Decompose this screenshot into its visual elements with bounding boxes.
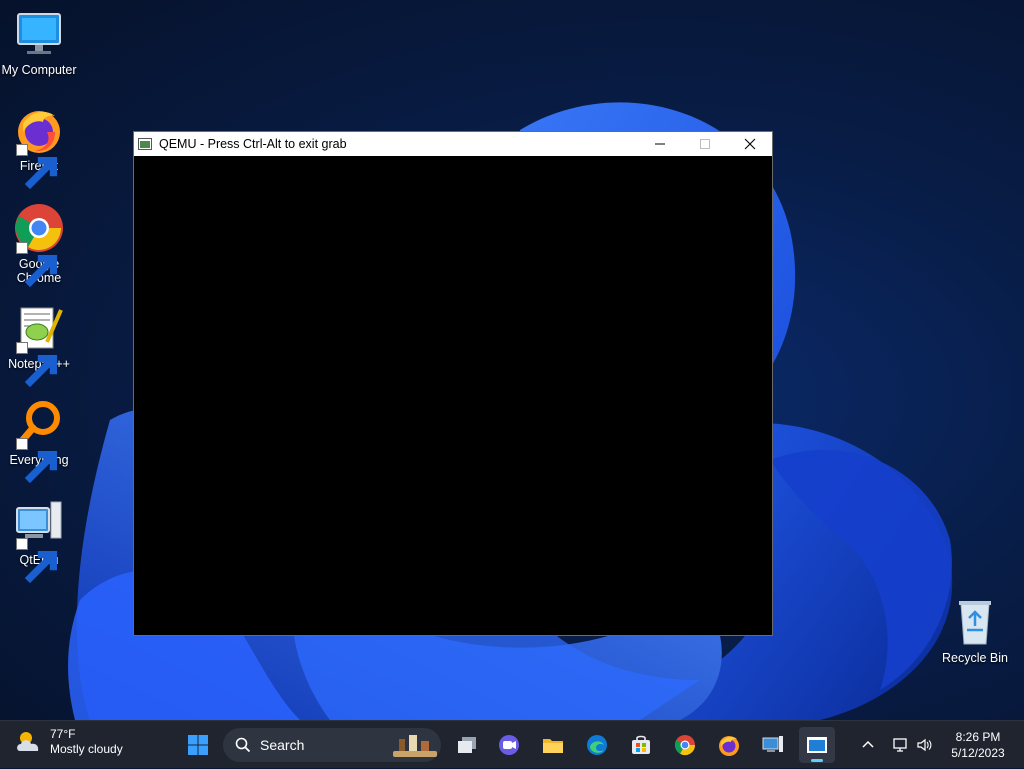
shortcut-arrow-icon bbox=[16, 144, 58, 190]
qemu-window[interactable]: QEMU - Press Ctrl-Alt to exit grab bbox=[133, 131, 773, 636]
volume-icon-button[interactable] bbox=[916, 721, 932, 769]
taskbar-store[interactable] bbox=[623, 727, 659, 763]
weather-condition: Mostly cloudy bbox=[50, 742, 123, 756]
taskbar-edge[interactable] bbox=[579, 727, 615, 763]
cloudy-weather-icon bbox=[17, 732, 39, 751]
close-icon bbox=[744, 138, 755, 150]
taskbar-clock[interactable]: 8:26 PM 5/12/2023 bbox=[944, 729, 1012, 761]
taskbar-file-explorer[interactable] bbox=[535, 727, 571, 763]
network-icon-button[interactable] bbox=[892, 721, 908, 769]
minimize-button[interactable] bbox=[637, 132, 682, 156]
desktop-icon-firefox[interactable]: Firefox bbox=[0, 104, 78, 190]
taskbar-chat-button[interactable] bbox=[491, 727, 527, 763]
chrome-icon bbox=[13, 202, 65, 288]
taskbar-search[interactable]: Search bbox=[223, 728, 441, 762]
monitor-icon bbox=[13, 8, 65, 60]
window-title: QEMU - Press Ctrl-Alt to exit grab bbox=[159, 137, 347, 151]
desktop-icon-notepad-plus-plus[interactable]: Notepad++ bbox=[0, 302, 78, 388]
weather-temperature: 77°F bbox=[50, 727, 76, 741]
taskbar-firefox[interactable] bbox=[711, 727, 747, 763]
close-button[interactable] bbox=[727, 132, 772, 156]
taskbar-qtemu[interactable] bbox=[755, 727, 791, 763]
recycle-bin-icon bbox=[949, 596, 1001, 648]
qtemu-icon bbox=[13, 498, 65, 584]
search-label: Search bbox=[260, 737, 305, 753]
chrome-icon bbox=[674, 735, 696, 756]
maximize-button[interactable] bbox=[682, 132, 727, 156]
windows-logo-icon bbox=[188, 735, 208, 755]
minimize-icon bbox=[654, 143, 665, 145]
desktop-icon-label: Recycle Bin bbox=[942, 651, 1008, 665]
chevron-up-icon bbox=[862, 740, 874, 748]
firefox-icon bbox=[13, 104, 65, 190]
taskbar-chrome[interactable] bbox=[667, 727, 703, 763]
task-view-icon bbox=[458, 737, 476, 753]
window-titlebar[interactable]: QEMU - Press Ctrl-Alt to exit grab bbox=[134, 132, 772, 156]
weather-widget[interactable]: 77°F Mostly cloudy bbox=[14, 727, 123, 757]
qtemu-icon bbox=[762, 736, 783, 752]
shortcut-arrow-icon bbox=[16, 538, 58, 584]
speaker-icon bbox=[917, 738, 932, 752]
desktop-icon-qtemu[interactable]: QtEmu bbox=[0, 498, 78, 584]
desktop-icon-google-chrome[interactable]: Google Chrome bbox=[0, 202, 78, 288]
desktop-icon-my-computer[interactable]: My Computer bbox=[0, 8, 78, 77]
notepad-plus-plus-icon bbox=[13, 302, 65, 388]
qemu-app-icon bbox=[138, 138, 152, 150]
clock-date: 5/12/2023 bbox=[951, 746, 1005, 760]
edge-icon bbox=[587, 735, 607, 755]
shortcut-arrow-icon bbox=[16, 342, 58, 388]
network-icon bbox=[893, 738, 907, 752]
taskbar: 77°F Mostly cloudy Search 8:26 PM 5/12/2… bbox=[0, 720, 1024, 768]
store-icon bbox=[632, 735, 650, 754]
search-icon bbox=[235, 737, 251, 753]
desktop-icon-everything[interactable]: Everything bbox=[0, 398, 78, 484]
shortcut-arrow-icon bbox=[16, 242, 58, 288]
search-highlight-icon bbox=[393, 735, 437, 757]
maximize-icon bbox=[699, 139, 710, 149]
firefox-icon bbox=[719, 736, 739, 756]
taskbar-qemu[interactable] bbox=[799, 727, 835, 763]
folder-icon bbox=[543, 739, 563, 753]
magnifier-icon bbox=[13, 398, 65, 484]
start-button[interactable] bbox=[180, 727, 216, 763]
shortcut-arrow-icon bbox=[16, 438, 58, 484]
show-hidden-icons-button[interactable] bbox=[860, 721, 876, 769]
chat-icon bbox=[499, 735, 519, 755]
qemu-app-icon bbox=[807, 737, 827, 753]
desktop-icon-label: My Computer bbox=[1, 63, 77, 77]
task-view-button[interactable] bbox=[449, 727, 485, 763]
vm-display[interactable] bbox=[134, 156, 772, 635]
desktop-icon-recycle-bin[interactable]: Recycle Bin bbox=[936, 596, 1014, 665]
clock-time: 8:26 PM bbox=[955, 730, 1001, 744]
